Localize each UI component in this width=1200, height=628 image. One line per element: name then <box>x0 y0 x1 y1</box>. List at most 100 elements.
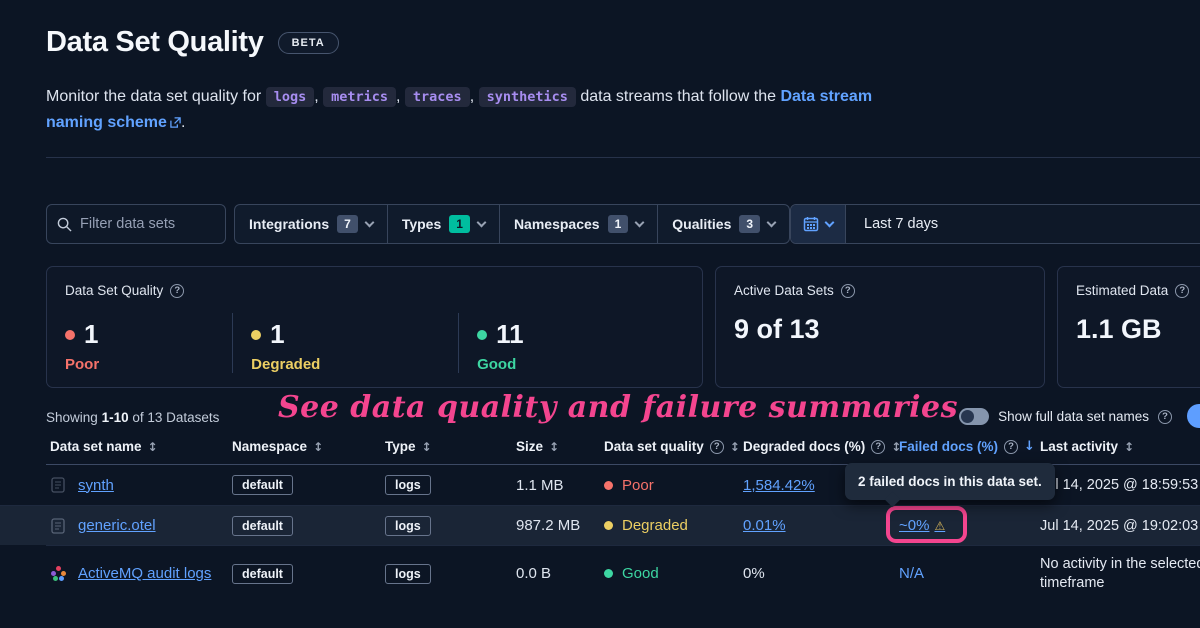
stat-degraded: 1 Degraded <box>232 313 458 373</box>
type-badge[interactable]: logs <box>385 564 431 584</box>
filter-label: Namespaces <box>514 216 600 232</box>
external-link-icon <box>170 111 181 137</box>
filter-label: Types <box>402 216 441 232</box>
card-title: Data Set Quality <box>65 283 163 298</box>
filter-count-badge: 1 <box>449 215 470 233</box>
namespace-badge[interactable]: default <box>232 516 293 536</box>
active-data-sets-value: 9 of 13 <box>734 314 1026 345</box>
degraded-docs-link[interactable]: 0.01% <box>743 517 786 534</box>
header-data-set-quality[interactable]: Data set quality?↕ <box>604 439 740 454</box>
chevron-down-icon <box>635 217 645 227</box>
comma: , <box>314 88 318 105</box>
date-quick-select-button[interactable] <box>791 205 846 243</box>
date-range-label[interactable]: Last 7 days <box>846 216 956 232</box>
header-failed-docs[interactable]: Failed docs (%)?↓ <box>899 439 1035 454</box>
header-last-activity[interactable]: Last activity↕ <box>1040 439 1134 454</box>
showing-range: 1-10 <box>102 410 129 425</box>
header-type[interactable]: Type↕ <box>385 439 432 454</box>
data-set-link[interactable]: synth <box>78 477 114 494</box>
tag-traces: traces <box>405 87 470 107</box>
full-names-toggle-group: Show full data set names ? <box>959 408 1172 425</box>
chevron-down-icon <box>476 217 486 227</box>
namespace-badge[interactable]: default <box>232 475 293 495</box>
search-icon <box>57 217 72 232</box>
sort-icon: ↕ <box>1124 440 1134 454</box>
degraded-dot-icon <box>251 330 261 340</box>
showing-prefix: Showing <box>46 410 98 425</box>
stat-label[interactable]: Good <box>477 356 684 373</box>
namespace-badge[interactable]: default <box>232 564 293 584</box>
activemq-icon <box>50 566 66 582</box>
sort-icon: ↕ <box>148 440 158 454</box>
filter-namespaces-button[interactable]: Namespaces 1 <box>500 205 658 243</box>
header-degraded-docs[interactable]: Degraded docs (%)?↕ <box>743 439 901 454</box>
description-middle: data streams that follow the <box>580 88 776 105</box>
stat-good: 11 Good <box>458 313 684 373</box>
stat-label[interactable]: Poor <box>65 356 232 373</box>
quality-dot-icon <box>604 521 613 530</box>
quality-dot-icon <box>604 481 613 490</box>
page-title: Data Set Quality <box>46 26 264 59</box>
calendar-icon <box>803 216 819 232</box>
help-icon[interactable]: ? <box>170 284 184 298</box>
sort-icon: ↕ <box>313 440 323 454</box>
degraded-docs-value: 0% <box>743 546 765 601</box>
quality-value: Poor <box>622 477 654 494</box>
filter-label: Qualities <box>672 216 731 232</box>
type-badge[interactable]: logs <box>385 516 431 536</box>
stat-value: 1 <box>84 319 98 350</box>
table-header: Data set name↕ Namespace↕ Type↕ Size↕ Da… <box>46 437 1200 465</box>
handwritten-annotation: See data quality and failure summaries <box>278 390 958 425</box>
failed-docs-link[interactable]: ~0%⚠ <box>899 517 945 534</box>
comma: , <box>396 88 400 105</box>
filter-types-button[interactable]: Types 1 <box>388 205 500 243</box>
data-set-icon <box>50 518 66 534</box>
card-title: Estimated Data <box>1076 283 1168 298</box>
quality-value: Degraded <box>622 517 688 534</box>
size-value: 987.2 MB <box>516 506 580 545</box>
sort-icon: ↕ <box>730 440 740 454</box>
filter-count-badge: 7 <box>337 215 358 233</box>
show-full-names-toggle[interactable] <box>959 408 989 425</box>
page-header: Data Set Quality BETA <box>46 26 339 59</box>
stat-label[interactable]: Degraded <box>251 356 458 373</box>
filter-qualities-button[interactable]: Qualities 3 <box>658 205 789 243</box>
edge-toggle-partial[interactable] <box>1187 404 1200 428</box>
last-activity-value: No activity in the selected timeframe <box>1040 555 1200 593</box>
data-set-link[interactable]: generic.otel <box>78 517 156 534</box>
degraded-docs-link[interactable]: 1,584.42% <box>743 477 815 494</box>
good-dot-icon <box>477 330 487 340</box>
tag-synthetics: synthetics <box>479 87 576 107</box>
header-namespace[interactable]: Namespace↕ <box>232 439 323 454</box>
toggle-knob <box>961 410 974 423</box>
sort-desc-icon: ↓ <box>1024 439 1035 454</box>
help-icon: ? <box>871 440 885 454</box>
filter-button-group: Integrations 7 Types 1 Namespaces 1 Qual… <box>234 204 790 244</box>
page-description: Monitor the data set quality for logs, m… <box>46 84 906 137</box>
help-icon[interactable]: ? <box>841 284 855 298</box>
filter-integrations-button[interactable]: Integrations 7 <box>235 205 388 243</box>
sort-icon: ↕ <box>549 440 559 454</box>
beta-badge: BETA <box>278 32 339 54</box>
last-activity-value: Jul 14, 2025 @ 18:59:53 <box>1040 465 1200 505</box>
type-badge[interactable]: logs <box>385 475 431 495</box>
comma: , <box>470 88 474 105</box>
card-estimated-data: Estimated Data ? 1.1 GB <box>1057 266 1200 388</box>
help-icon[interactable]: ? <box>1158 410 1172 424</box>
failed-docs-value: ~0% <box>899 517 929 534</box>
stat-value: 11 <box>496 319 524 350</box>
help-icon[interactable]: ? <box>1175 284 1189 298</box>
data-set-link[interactable]: ActiveMQ audit logs <box>78 565 211 582</box>
search-box <box>46 204 226 244</box>
header-size[interactable]: Size↕ <box>516 439 559 454</box>
search-input[interactable] <box>80 216 215 232</box>
card-active-data-sets: Active Data Sets ? 9 of 13 <box>715 266 1045 388</box>
chevron-down-icon <box>825 217 835 227</box>
tooltip-text: 2 failed docs in this data set. <box>858 474 1042 489</box>
toggle-label: Show full data set names <box>998 409 1149 424</box>
poor-dot-icon <box>65 330 75 340</box>
stat-value: 1 <box>270 319 284 350</box>
failed-docs-link[interactable]: N/A <box>899 565 924 582</box>
tag-metrics: metrics <box>323 87 396 107</box>
header-data-set-name[interactable]: Data set name↕ <box>50 439 158 454</box>
